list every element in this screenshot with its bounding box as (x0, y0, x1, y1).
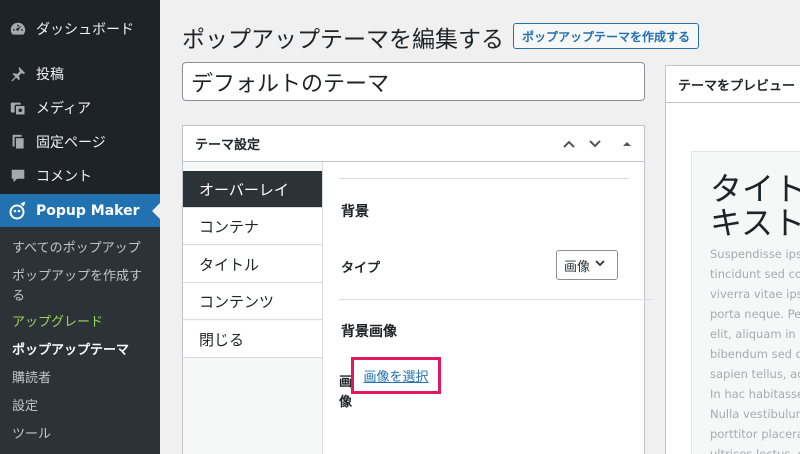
preview-text-line: Nulla vestibulum (710, 407, 800, 421)
tab-title[interactable]: タイトル (183, 246, 322, 283)
preview-text-line: In hac habitasse (710, 387, 800, 401)
add-new-theme-button[interactable]: ポップアップテーマを作成する (513, 23, 700, 49)
theme-settings-header: テーマ設定 (183, 126, 644, 162)
select-image-highlight: 画像を選択 (351, 357, 441, 394)
tab-container[interactable]: コンテナ (183, 208, 322, 245)
preview-text-line: viverra vitae ips (710, 287, 800, 301)
select-image-link[interactable]: 画像を選択 (363, 366, 428, 385)
preview-text-line: porttitor placera (710, 427, 800, 441)
collapse-toggle-icon[interactable] (617, 134, 637, 154)
preview-popup: タイトルテ キスト Suspendisse ipsum tincidunt se… (691, 151, 800, 454)
menu-label-pages: 固定ページ (36, 135, 106, 151)
menu-label-posts: 投稿 (36, 67, 64, 83)
preview-header: テーマをプレビュー (666, 66, 800, 103)
submenu-popup-themes[interactable]: ポップアップテーマ (12, 341, 152, 361)
popup-maker-submenu: すべてのポップアップ ポップアップを作成する アップグレード ポップアップテーマ… (0, 227, 160, 454)
settings-tab-list: オーバーレイ コンテナ タイトル コンテンツ 閉じる (183, 162, 323, 454)
type-label: タイプ (341, 261, 381, 276)
menu-label-dashboard: ダッシュボード (36, 22, 134, 38)
divider (339, 299, 653, 300)
overlay-settings-panel: 背景 タイプ 画像 背景画像 画像 画像を選択 (324, 162, 653, 454)
popup-maker-icon (8, 201, 28, 221)
background-heading: 背景 (341, 204, 369, 220)
submenu-tools[interactable]: ツール (12, 425, 152, 445)
divider (339, 178, 629, 179)
theme-preview-box: テーマをプレビュー タイトルテ キスト Suspendisse ipsum ti… (665, 65, 800, 454)
theme-settings-title: テーマ設定 (195, 138, 261, 153)
menu-label-media: メディア (36, 101, 92, 117)
background-image-heading: 背景画像 (341, 324, 397, 340)
tab-overlay[interactable]: オーバーレイ (183, 171, 322, 208)
type-select-value: 画像 (564, 259, 591, 275)
theme-title-input[interactable] (182, 62, 645, 101)
menu-item-comments[interactable]: コメント (0, 159, 160, 193)
theme-settings-box: テーマ設定 オーバーレイ コンテナ タイトル コンテンツ 閉じる 背景 タイプ … (182, 125, 653, 454)
menu-item-popup-maker[interactable]: Popup Maker (0, 194, 160, 228)
preview-text-line: sapien tellus, ac (710, 367, 800, 381)
preview-content: Suspendisse ipsum tincidunt sed co viver… (710, 244, 800, 454)
move-down-icon[interactable] (585, 134, 605, 154)
menu-label-popup-maker: Popup Maker (36, 203, 140, 219)
page-title: ポップアップテーマを編集する (182, 27, 504, 53)
comment-icon (8, 166, 28, 186)
preview-text-line: bibendum sed co (710, 347, 800, 361)
submenu-create-popup[interactable]: ポップアップを作成する (12, 267, 152, 307)
submenu-settings[interactable]: 設定 (12, 397, 152, 417)
pin-icon (8, 64, 28, 84)
menu-item-media[interactable]: メディア (0, 91, 160, 125)
preview-title: タイトルテ キスト (710, 170, 800, 242)
preview-text-line: ultrices lectus, e (710, 447, 800, 454)
submenu-subscribers[interactable]: 購読者 (12, 369, 152, 389)
preview-text-line: Suspendisse ipsum (710, 247, 800, 261)
media-icon (8, 98, 28, 118)
menu-label-comments: コメント (36, 169, 92, 185)
page-icon (8, 132, 28, 152)
background-type-select[interactable]: 画像 (556, 250, 618, 280)
dashboard-icon (8, 19, 28, 39)
tab-content[interactable]: コンテンツ (183, 283, 322, 320)
preview-text-line: tincidunt sed co (710, 267, 800, 281)
preview-text-line: elit, aliquam in u (710, 327, 800, 341)
move-up-icon[interactable] (559, 134, 579, 154)
menu-item-posts[interactable]: 投稿 (0, 57, 160, 91)
submenu-all-popups[interactable]: すべてのポップアップ (12, 239, 152, 259)
tab-close[interactable]: 閉じる (183, 321, 322, 358)
menu-item-dashboard[interactable]: ダッシュボード (0, 12, 160, 46)
current-menu-arrow (152, 203, 160, 219)
menu-item-pages[interactable]: 固定ページ (0, 125, 160, 159)
admin-sidebar: ダッシュボード 投稿 メディア 固定ページ コメント Popup Maker す… (0, 0, 160, 454)
preview-text-line: porta neque. Pe (710, 307, 800, 321)
chevron-down-icon (594, 257, 606, 273)
submenu-upgrade[interactable]: アップグレード (12, 313, 152, 333)
